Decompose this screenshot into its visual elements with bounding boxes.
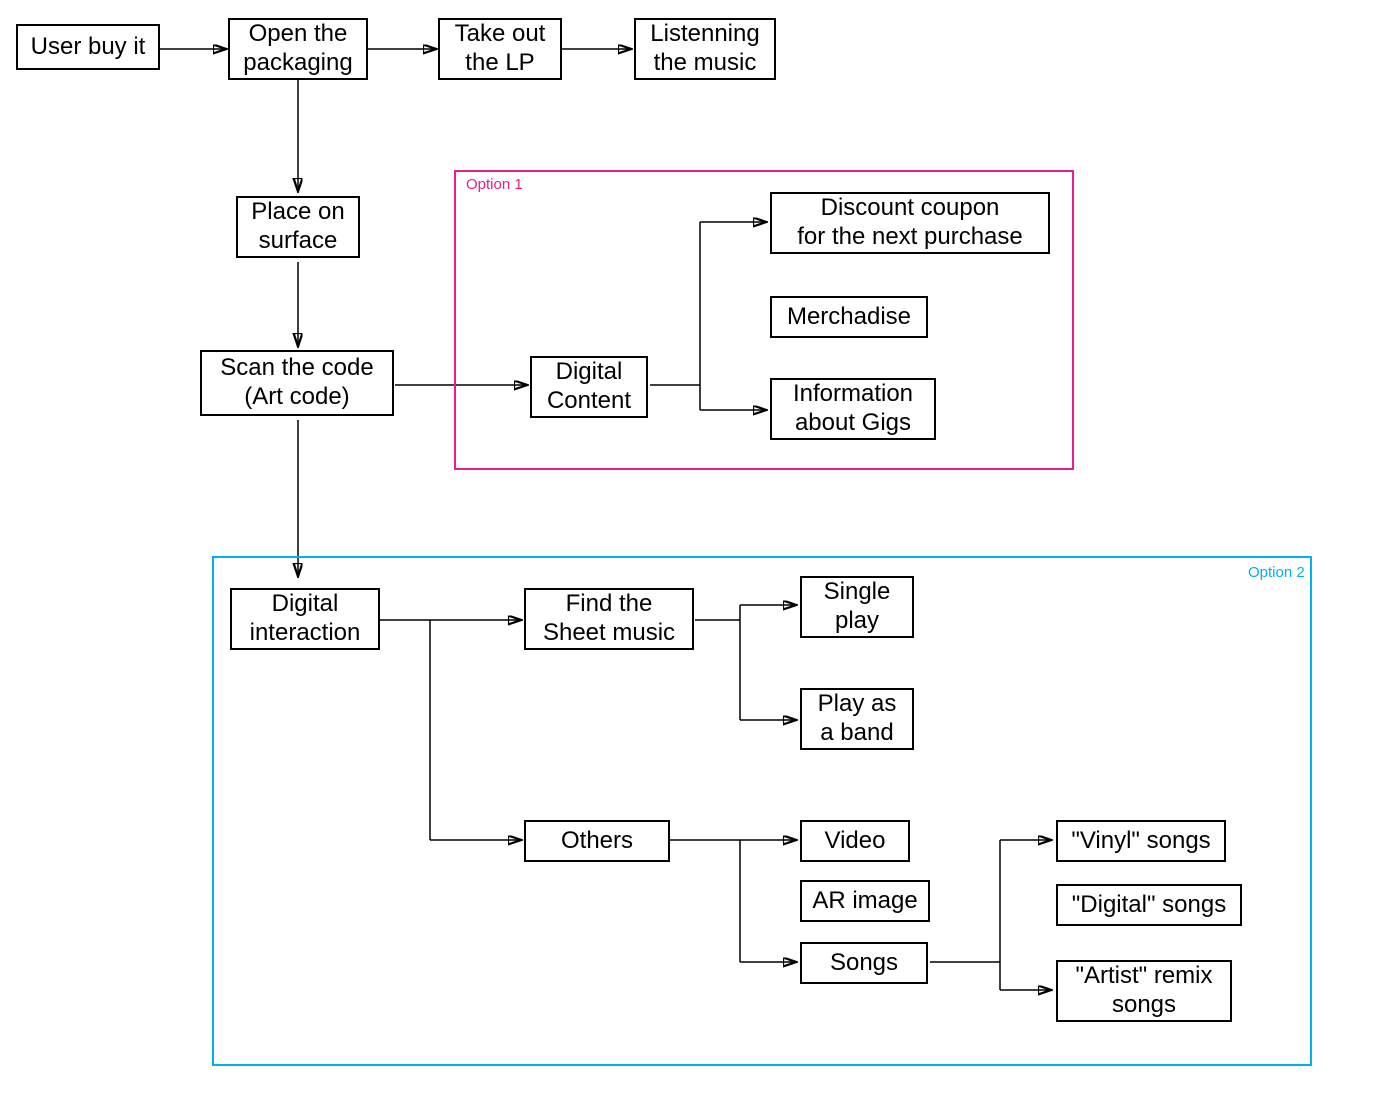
- node-artist-remix: "Artist" remixsongs: [1056, 960, 1232, 1022]
- node-place-surface: Place onsurface: [236, 196, 360, 258]
- node-merchandise: Merchadise: [770, 296, 928, 338]
- node-vinyl-songs: "Vinyl" songs: [1056, 820, 1226, 862]
- option1-label: Option 1: [466, 176, 523, 193]
- node-scan-code: Scan the code(Art code): [200, 350, 394, 416]
- node-listening-music: Listenningthe music: [634, 18, 776, 80]
- node-digital-interaction: Digitalinteraction: [230, 588, 380, 650]
- node-digital-songs: "Digital" songs: [1056, 884, 1242, 926]
- node-play-band: Play asa band: [800, 688, 914, 750]
- node-user-buy: User buy it: [16, 24, 160, 70]
- node-take-out-lp: Take outthe LP: [438, 18, 562, 80]
- node-ar-image: AR image: [800, 880, 930, 922]
- node-single-play: Singleplay: [800, 576, 914, 638]
- node-songs: Songs: [800, 942, 928, 984]
- option2-label: Option 2: [1248, 564, 1305, 581]
- node-find-sheet: Find theSheet music: [524, 588, 694, 650]
- node-video: Video: [800, 820, 910, 862]
- node-others: Others: [524, 820, 670, 862]
- node-digital-content: DigitalContent: [530, 356, 648, 418]
- node-info-gigs: Informationabout Gigs: [770, 378, 936, 440]
- node-discount-coupon: Discount couponfor the next purchase: [770, 192, 1050, 254]
- node-open-packaging: Open thepackaging: [228, 18, 368, 80]
